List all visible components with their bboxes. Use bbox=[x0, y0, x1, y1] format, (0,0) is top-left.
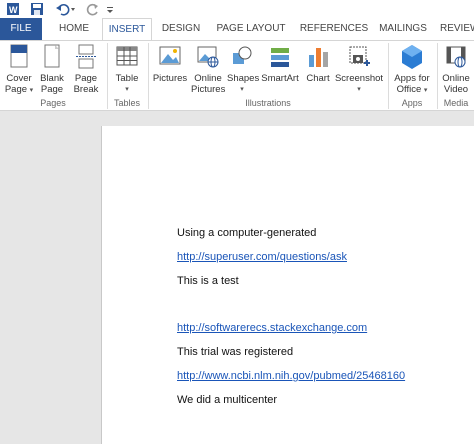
online-pictures-icon bbox=[197, 46, 219, 68]
group-illustrations-label: Illustrations bbox=[245, 98, 291, 108]
group-apps-label: Apps bbox=[401, 98, 423, 108]
table-icon bbox=[116, 46, 138, 66]
chart-label: Chart bbox=[306, 73, 330, 84]
screenshot-button[interactable]: Screenshot ▾ bbox=[334, 43, 384, 95]
cover-page-label-2: Page bbox=[4, 84, 28, 95]
page-break-button[interactable]: Page Break bbox=[72, 43, 100, 95]
page-break-icon bbox=[76, 44, 96, 69]
online-video-label: Online bbox=[442, 73, 470, 84]
group-divider bbox=[437, 43, 438, 109]
pictures-label: Pictures bbox=[152, 73, 188, 84]
save-icon[interactable] bbox=[30, 2, 44, 16]
online-video-button[interactable]: Online Video bbox=[440, 43, 472, 95]
online-pictures-button[interactable]: Online Pictures bbox=[191, 43, 225, 95]
online-video-label-2: Video bbox=[443, 84, 469, 95]
chart-button[interactable]: Chart bbox=[304, 43, 332, 84]
document-text-line: This is a test bbox=[177, 275, 239, 287]
smartart-label: SmartArt bbox=[261, 73, 299, 84]
smartart-button[interactable]: SmartArt bbox=[260, 43, 300, 84]
customize-qat-icon[interactable] bbox=[106, 2, 114, 16]
table-button[interactable]: Table ▾ bbox=[111, 43, 143, 95]
tab-home[interactable]: HOME bbox=[52, 18, 96, 40]
document-link[interactable]: http://superuser.com/questions/ask bbox=[177, 251, 347, 263]
chevron-down-icon: ▾ bbox=[125, 86, 129, 93]
online-pictures-label: Online bbox=[194, 73, 222, 84]
ribbon-insert: Cover Page ▾ Blank Page Page Break Pages… bbox=[0, 40, 474, 111]
document-text-line: This trial was registered bbox=[177, 346, 294, 358]
page-break-label-2: Break bbox=[73, 84, 99, 95]
cover-page-label: Cover bbox=[6, 73, 32, 84]
shapes-icon bbox=[233, 46, 252, 64]
apps-for-office-button[interactable]: Apps for Office ▾ bbox=[391, 43, 433, 96]
ribbon-tabs: FILE HOME INSERT DESIGN PAGE LAYOUT REFE… bbox=[0, 18, 474, 40]
tab-references[interactable]: REFERENCES bbox=[296, 18, 372, 40]
apps-for-office-icon bbox=[402, 45, 422, 69]
blank-page-icon bbox=[44, 44, 60, 68]
shapes-label: Shapes bbox=[227, 73, 260, 84]
blank-page-label-2: Page bbox=[40, 84, 64, 95]
svg-text:W: W bbox=[9, 5, 18, 15]
chart-icon bbox=[309, 48, 328, 67]
shapes-button[interactable]: Shapes ▾ bbox=[227, 43, 260, 95]
document-text-line: We did a multicenter bbox=[177, 394, 278, 406]
table-label: Table bbox=[115, 73, 139, 84]
document-link[interactable]: http://www.ncbi.nlm.nih.gov/pubmed/25468… bbox=[177, 370, 405, 382]
tab-insert[interactable]: INSERT bbox=[102, 18, 152, 40]
document-text-line: Using a computer-generated bbox=[177, 227, 317, 239]
tab-design[interactable]: DESIGN bbox=[158, 18, 204, 40]
chevron-down-icon: ▾ bbox=[423, 87, 428, 94]
group-pages-label: Pages bbox=[40, 98, 66, 108]
document-page[interactable] bbox=[101, 126, 474, 444]
blank-page-button[interactable]: Blank Page bbox=[38, 43, 66, 95]
group-divider bbox=[148, 43, 149, 109]
online-pictures-label-2: Pictures bbox=[191, 84, 226, 95]
cover-page-icon bbox=[10, 44, 28, 68]
group-media-label: Media bbox=[443, 98, 469, 108]
screenshot-label: Screenshot bbox=[334, 73, 384, 84]
quick-access-toolbar: W bbox=[0, 0, 474, 18]
group-tables-label: Tables bbox=[113, 98, 140, 108]
blank-page-label: Blank bbox=[40, 73, 64, 84]
online-video-icon bbox=[446, 46, 466, 68]
chevron-down-icon: ▾ bbox=[29, 87, 34, 94]
cover-page-button[interactable]: Cover Page ▾ bbox=[4, 43, 34, 96]
apps-for-office-label-2: Office bbox=[396, 84, 422, 95]
screenshot-icon bbox=[349, 46, 370, 66]
smartart-icon bbox=[271, 48, 289, 67]
tab-file[interactable]: FILE bbox=[0, 18, 42, 40]
tab-review[interactable]: REVIEW bbox=[440, 18, 474, 40]
word-logo-icon: W bbox=[6, 2, 20, 16]
apps-for-office-label: Apps for bbox=[394, 73, 430, 84]
document-link[interactable]: http://softwarerecs.stackexchange.com bbox=[177, 322, 367, 334]
tab-mailings[interactable]: MAILINGS bbox=[376, 18, 430, 40]
tab-page-layout[interactable]: PAGE LAYOUT bbox=[212, 18, 290, 40]
chevron-down-icon: ▾ bbox=[357, 86, 361, 93]
redo-icon[interactable] bbox=[86, 2, 100, 16]
page-break-label: Page bbox=[74, 73, 98, 84]
chevron-down-icon: ▾ bbox=[240, 86, 244, 93]
pictures-icon bbox=[159, 46, 181, 65]
pictures-button[interactable]: Pictures bbox=[152, 43, 188, 84]
group-divider bbox=[388, 43, 389, 109]
undo-icon[interactable] bbox=[55, 2, 77, 16]
